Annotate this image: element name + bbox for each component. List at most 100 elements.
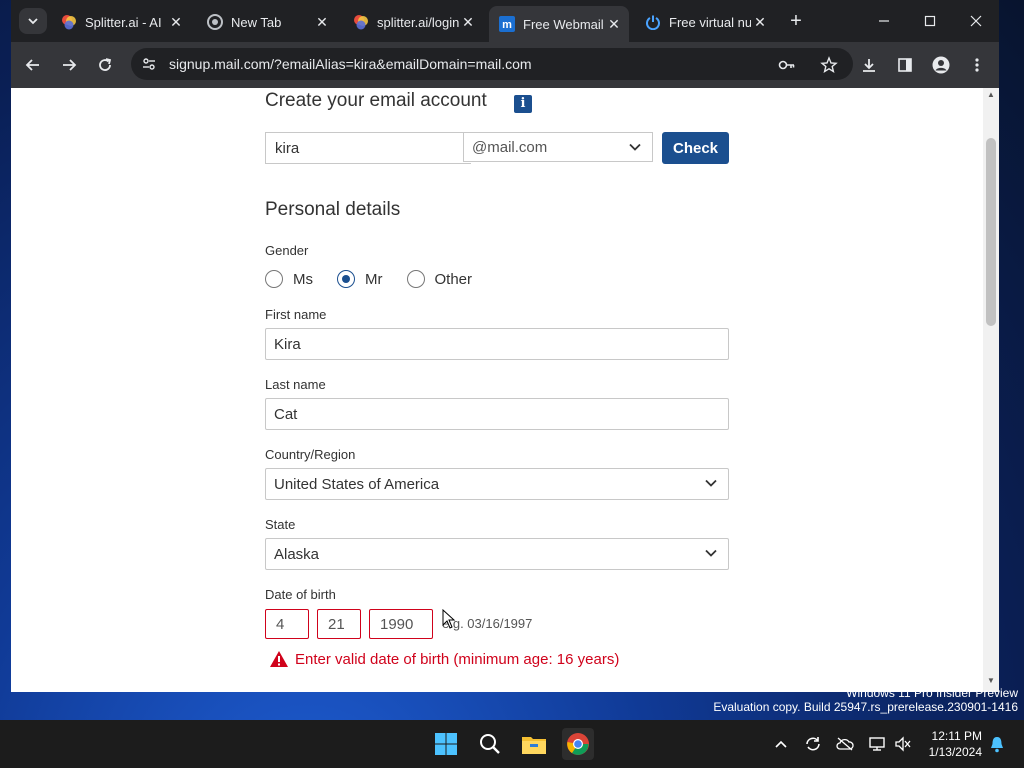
info-icon[interactable]: i bbox=[514, 95, 532, 113]
tab-strip: Splitter.ai - AI ✕ New Tab ✕ splitter.ai… bbox=[11, 0, 999, 42]
search-icon[interactable] bbox=[474, 728, 506, 760]
dob-error-message: Enter valid date of birth (minimum age: … bbox=[269, 650, 619, 668]
tab-title: New Tab bbox=[231, 14, 282, 30]
radio-ms[interactable] bbox=[265, 270, 283, 288]
tab-search-button[interactable] bbox=[19, 8, 47, 34]
scrollbar-thumb[interactable] bbox=[986, 138, 996, 326]
state-label: State bbox=[265, 517, 296, 532]
svg-text:m: m bbox=[502, 19, 512, 31]
tab-splitter-ai[interactable]: Splitter.ai - AI ✕ bbox=[51, 6, 191, 38]
close-tab-icon[interactable]: ✕ bbox=[459, 14, 477, 31]
state-select[interactable]: Alaska bbox=[265, 538, 729, 570]
new-tab-plus-icon[interactable]: + bbox=[783, 8, 809, 34]
tab-free-virtual-number[interactable]: Free virtual nu ✕ bbox=[635, 6, 775, 38]
email-domain-select[interactable]: @mail.com bbox=[463, 132, 653, 162]
tab-free-webmail[interactable]: m Free Webmail ✕ bbox=[489, 6, 629, 42]
chevron-down-icon bbox=[629, 143, 641, 151]
gender-option-mr[interactable]: Mr bbox=[337, 270, 383, 288]
tab-title: Free Webmail bbox=[523, 16, 604, 32]
warning-triangle-icon bbox=[270, 651, 288, 667]
radio-other[interactable] bbox=[406, 270, 425, 288]
gender-option-ms[interactable]: Ms bbox=[265, 270, 313, 288]
profile-avatar-icon[interactable] bbox=[927, 51, 955, 79]
tab-title: splitter.ai/login bbox=[377, 14, 459, 30]
clock-date: 1/13/2024 bbox=[928, 745, 982, 759]
minimize-icon[interactable] bbox=[861, 6, 907, 36]
dob-label: Date of birth bbox=[265, 587, 336, 602]
sync-icon[interactable] bbox=[804, 735, 822, 753]
personal-details-heading: Personal details bbox=[265, 199, 401, 220]
forward-arrow-icon[interactable] bbox=[55, 51, 83, 79]
splitter-favicon-icon bbox=[61, 14, 77, 30]
signup-page: Create your email account i kira @mail.c… bbox=[11, 88, 983, 692]
close-tab-icon[interactable]: ✕ bbox=[751, 14, 769, 31]
gender-radio-group: Ms Mr Other bbox=[265, 268, 496, 290]
mouse-cursor-icon bbox=[442, 609, 456, 629]
dob-error-text: Enter valid date of birth (minimum age: … bbox=[295, 650, 620, 668]
radio-label: Mr bbox=[365, 270, 383, 288]
country-label: Country/Region bbox=[265, 447, 356, 462]
taskbar: 12:11 PM 1/13/2024 bbox=[0, 720, 1024, 768]
splitter-favicon-icon bbox=[353, 14, 369, 30]
volume-muted-icon[interactable] bbox=[894, 735, 912, 753]
site-settings-icon[interactable] bbox=[141, 56, 157, 72]
windows-start-icon[interactable] bbox=[430, 728, 462, 760]
country-select[interactable]: United States of America bbox=[265, 468, 729, 500]
chevron-down-icon bbox=[705, 479, 717, 487]
scroll-up-arrow-icon[interactable]: ▲ bbox=[983, 90, 999, 104]
close-window-icon[interactable] bbox=[953, 6, 999, 36]
reload-icon[interactable] bbox=[91, 51, 119, 79]
notification-bell-icon[interactable] bbox=[988, 735, 1006, 753]
mail-com-favicon-icon: m bbox=[499, 16, 515, 32]
tab-title: Free virtual nu bbox=[669, 14, 751, 30]
chevron-down-icon bbox=[705, 549, 717, 557]
chrome-favicon-icon bbox=[207, 14, 223, 30]
kebab-menu-icon[interactable] bbox=[963, 51, 991, 79]
tray-chevron-up-icon[interactable] bbox=[772, 735, 790, 753]
dob-year-input[interactable]: 1990 bbox=[369, 609, 433, 639]
watermark-line-1: Windows 11 Pro Insider Preview bbox=[846, 686, 1018, 700]
tab-new-tab[interactable]: New Tab ✕ bbox=[197, 6, 337, 38]
bookmark-star-icon[interactable] bbox=[820, 56, 838, 74]
chevron-down-icon bbox=[28, 18, 38, 25]
back-arrow-icon[interactable] bbox=[19, 51, 47, 79]
tab-title: Splitter.ai - AI bbox=[85, 14, 162, 30]
close-tab-icon[interactable]: ✕ bbox=[167, 14, 185, 31]
clock-time: 12:11 PM bbox=[931, 729, 982, 743]
last-name-input[interactable]: Cat bbox=[265, 398, 729, 430]
radio-mr-selected[interactable] bbox=[337, 270, 355, 288]
tab-splitter-login[interactable]: splitter.ai/login ✕ bbox=[343, 6, 483, 38]
first-name-input[interactable]: Kira bbox=[265, 328, 729, 360]
power-favicon-icon bbox=[645, 14, 661, 30]
chrome-taskbar-icon[interactable] bbox=[562, 728, 594, 760]
domain-value: @mail.com bbox=[472, 138, 548, 156]
windows-watermark: Windows 11 Pro Insider Preview Evaluatio… bbox=[713, 686, 1018, 714]
network-icon[interactable] bbox=[868, 735, 886, 753]
radio-label: Other bbox=[434, 270, 473, 288]
close-tab-icon[interactable]: ✕ bbox=[313, 14, 331, 31]
last-name-label: Last name bbox=[265, 377, 326, 392]
maximize-icon[interactable] bbox=[907, 6, 953, 36]
email-alias-input[interactable]: kira bbox=[265, 132, 471, 164]
side-panel-icon[interactable] bbox=[891, 51, 919, 79]
browser-toolbar: signup.mail.com/?emailAlias=kira&emailDo… bbox=[11, 42, 999, 88]
watermark-line-2: Evaluation copy. Build 25947.rs_prerelea… bbox=[713, 700, 1018, 714]
close-tab-icon[interactable]: ✕ bbox=[605, 16, 623, 33]
page-scrollbar[interactable]: ▲ ▼ bbox=[983, 88, 999, 692]
state-value: Alaska bbox=[274, 545, 320, 563]
taskbar-clock[interactable]: 12:11 PM 1/13/2024 bbox=[920, 728, 982, 760]
radio-label: Ms bbox=[293, 270, 313, 288]
cloud-offline-icon[interactable] bbox=[836, 735, 854, 753]
check-button[interactable]: Check bbox=[662, 132, 729, 164]
address-bar[interactable]: signup.mail.com/?emailAlias=kira&emailDo… bbox=[131, 48, 853, 80]
country-value: United States of America bbox=[274, 475, 440, 493]
downloads-icon[interactable] bbox=[855, 51, 883, 79]
dob-day-input[interactable]: 21 bbox=[317, 609, 361, 639]
dob-month-input[interactable]: 4 bbox=[265, 609, 309, 639]
create-account-heading: Create your email account bbox=[265, 90, 487, 111]
browser-window: Splitter.ai - AI ✕ New Tab ✕ splitter.ai… bbox=[11, 0, 999, 692]
file-explorer-icon[interactable] bbox=[518, 728, 550, 760]
password-key-icon[interactable] bbox=[778, 56, 796, 74]
gender-option-other[interactable]: Other bbox=[406, 270, 473, 288]
url-text: signup.mail.com/?emailAlias=kira&emailDo… bbox=[169, 56, 532, 72]
